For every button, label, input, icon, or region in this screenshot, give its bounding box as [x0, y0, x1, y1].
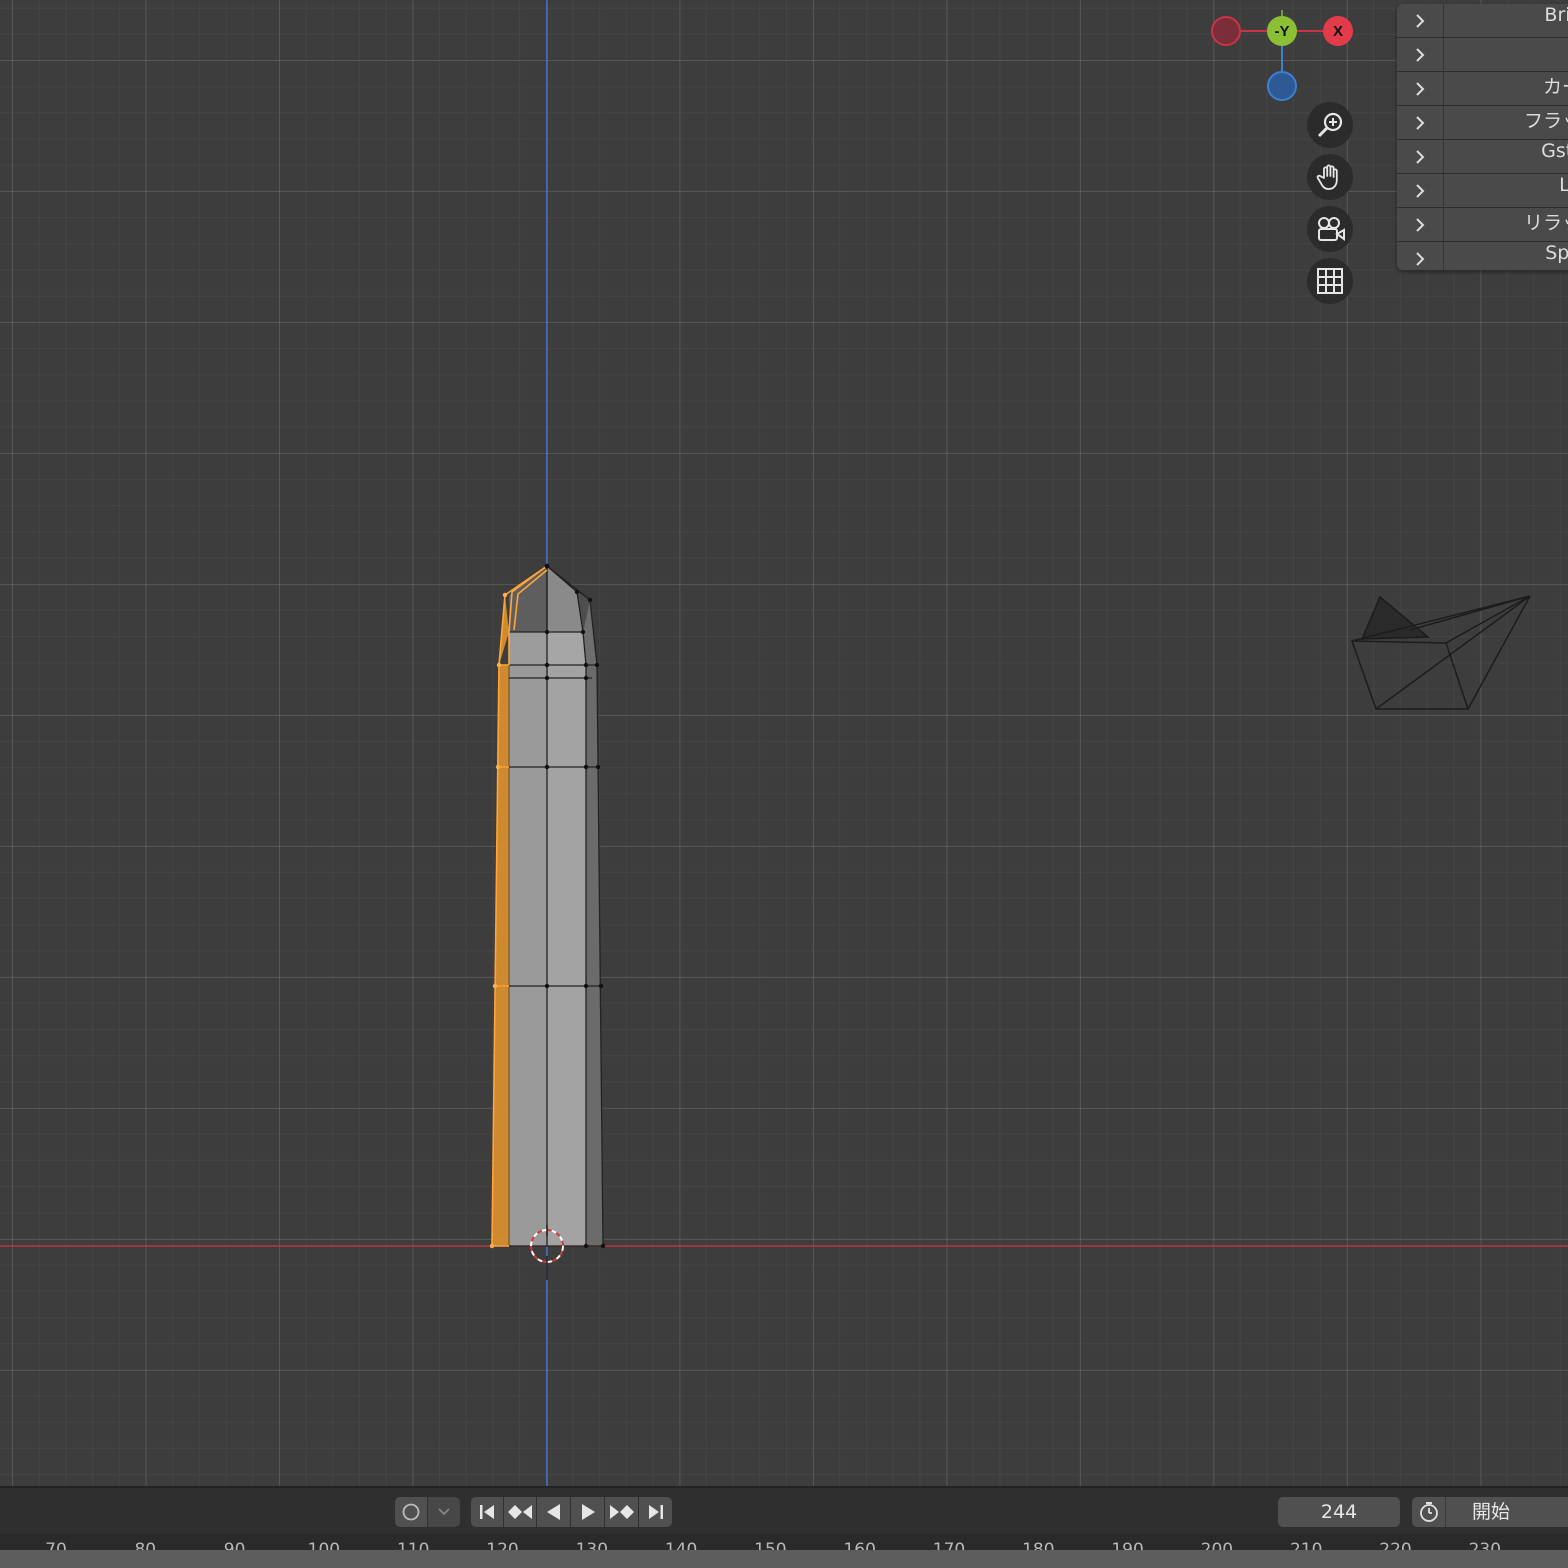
- next-keyframe-button[interactable]: [605, 1497, 638, 1527]
- timeline-ruler[interactable]: 7080901001101201301401501601701801902002…: [0, 1534, 1568, 1568]
- camera-view-button[interactable]: [1307, 206, 1353, 252]
- panel-label: Gstr: [1541, 140, 1568, 162]
- gizmo-neg-y-ball[interactable]: -Y: [1267, 16, 1297, 46]
- grid-ortho-icon: [1317, 268, 1343, 294]
- chevron-right-icon: [1397, 242, 1444, 270]
- stopwatch-icon: [1419, 1502, 1438, 1522]
- play-reverse-button[interactable]: [537, 1497, 570, 1527]
- chevron-right-icon: [1397, 140, 1444, 173]
- start-frame-label: 開始: [1472, 1501, 1511, 1523]
- panel-header-space[interactable]: Spa: [1397, 242, 1568, 270]
- panel-header-bric[interactable]: Bric: [1397, 4, 1568, 38]
- chevron-right-icon: [1397, 106, 1444, 139]
- preview-range-toggle[interactable]: [1412, 1497, 1446, 1527]
- keying-dropdown[interactable]: [428, 1497, 460, 1527]
- panel-label: フラッ: [1523, 110, 1568, 132]
- panel-header-curve[interactable]: カー: [1397, 72, 1568, 106]
- jump-start-button[interactable]: [471, 1497, 503, 1527]
- prev-keyframe-icon: [508, 1505, 532, 1519]
- jump-end-button[interactable]: [639, 1497, 672, 1527]
- record-circle-icon: [402, 1503, 420, 1521]
- panel-label: Spa: [1545, 242, 1568, 264]
- chevron-right-icon: [1397, 72, 1444, 105]
- chevron-down-icon: [438, 1508, 450, 1516]
- zoom-button[interactable]: [1307, 102, 1353, 148]
- camera-object[interactable]: [1350, 595, 1531, 710]
- panel-label: Bric: [1544, 4, 1568, 26]
- gizmo-neg-x-ball[interactable]: [1211, 16, 1241, 46]
- panel-label: P: [1457, 38, 1568, 71]
- panel-header-relax[interactable]: リラッ: [1397, 208, 1568, 242]
- panel-label: リラッ: [1523, 212, 1568, 234]
- panel-header-flat[interactable]: フラッ: [1397, 106, 1568, 140]
- jump-to-end-icon: [648, 1505, 663, 1519]
- ortho-toggle-button[interactable]: [1307, 258, 1353, 304]
- 3d-viewport[interactable]: -Y X Bri カ フラ Gs L リラ Sp: [0, 0, 1568, 1486]
- chevron-right-icon: [1397, 4, 1444, 37]
- keying-toggle[interactable]: [395, 1497, 427, 1527]
- panel-header-p[interactable]: P: [1397, 38, 1568, 72]
- hand-pan-icon: [1316, 164, 1338, 190]
- prev-keyframe-button[interactable]: [504, 1497, 536, 1527]
- start-frame-field[interactable]: 開始 1: [1446, 1497, 1568, 1527]
- play-reverse-icon: [546, 1504, 560, 1520]
- frame-range-group: 開始 1: [1412, 1497, 1568, 1527]
- timeline-header: 244 開始 1: [0, 1486, 1568, 1536]
- panel-label: カー: [1542, 76, 1568, 98]
- timeline-scrollbar[interactable]: [0, 1550, 1568, 1568]
- navigation-gizmo[interactable]: -Y X: [1205, 10, 1365, 110]
- chevron-right-icon: [1397, 174, 1444, 207]
- mesh-object[interactable]: [489, 563, 606, 1249]
- panel-label: Lo: [1559, 174, 1568, 196]
- current-frame-field[interactable]: 244: [1278, 1497, 1400, 1527]
- jump-to-start-icon: [480, 1505, 494, 1519]
- next-keyframe-icon: [609, 1505, 634, 1519]
- gizmo-z-ball[interactable]: [1267, 71, 1297, 101]
- play-button[interactable]: [571, 1497, 604, 1527]
- zoom-icon: [1317, 112, 1343, 138]
- play-icon: [581, 1504, 595, 1520]
- gizmo-x-ball[interactable]: X: [1323, 16, 1353, 46]
- camera-view-icon: [1318, 217, 1345, 241]
- panel-header-lo[interactable]: Lo: [1397, 174, 1568, 208]
- panel-header-gstretch[interactable]: Gstr: [1397, 140, 1568, 174]
- chevron-right-icon: [1397, 38, 1444, 71]
- chevron-right-icon: [1397, 208, 1444, 241]
- sidebar-panel-list: Bric P カー フラッ Gstr Lo リラッ Spa: [1397, 4, 1568, 270]
- pan-button[interactable]: [1307, 154, 1353, 200]
